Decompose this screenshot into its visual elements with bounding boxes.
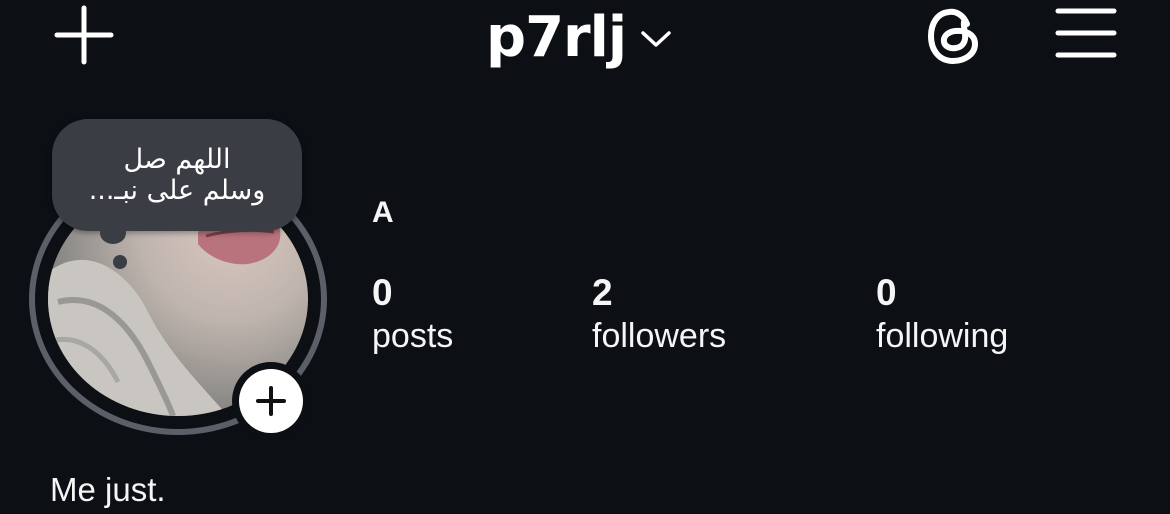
threads-button[interactable] xyxy=(920,2,988,70)
followers-label: followers xyxy=(592,317,727,355)
display-name: A xyxy=(372,196,394,229)
new-post-button[interactable] xyxy=(50,4,118,66)
following-label: following xyxy=(876,317,1009,355)
posts-count: 0 xyxy=(372,272,393,313)
chevron-down-icon xyxy=(640,29,672,49)
note-text: اللهم صل وسلم على نبـ... xyxy=(88,144,266,206)
stat-followers[interactable]: 2 followers xyxy=(592,272,726,358)
profile-page: p7rlj اللهم صل وسلم على نبـ... A 0 posts… xyxy=(0,0,1170,514)
plus-icon xyxy=(256,386,286,416)
note-bubble-tail xyxy=(100,222,126,244)
posts-label: posts xyxy=(372,317,454,355)
stat-following[interactable]: 0 following xyxy=(876,272,1008,358)
account-switcher[interactable]: p7rlj xyxy=(486,0,672,76)
menu-button[interactable] xyxy=(1052,6,1120,60)
hamburger-menu-icon xyxy=(1055,8,1117,58)
stat-posts[interactable]: 0 posts xyxy=(372,272,453,358)
username: p7rlj xyxy=(486,5,627,70)
following-count: 0 xyxy=(876,272,897,313)
threads-icon xyxy=(928,8,978,64)
note-bubble[interactable]: اللهم صل وسلم على نبـ... xyxy=(52,119,302,231)
followers-count: 2 xyxy=(592,272,613,313)
plus-icon xyxy=(54,5,114,65)
bio-text: Me just. xyxy=(50,471,166,508)
add-story-button[interactable] xyxy=(232,362,310,440)
